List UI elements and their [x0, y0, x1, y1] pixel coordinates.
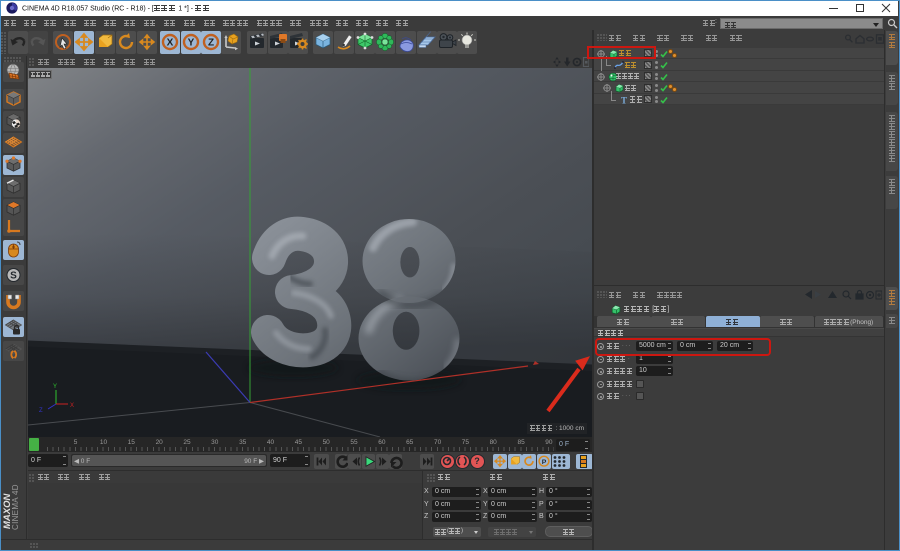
- svg-text:P: P: [542, 458, 547, 465]
- svg-text:Z: Z: [39, 408, 43, 414]
- svg-text:T: T: [621, 95, 627, 105]
- svg-text:X: X: [167, 38, 174, 49]
- svg-text:?: ?: [474, 456, 480, 466]
- svg-text:S: S: [10, 271, 17, 282]
- svg-text:Y: Y: [188, 38, 195, 49]
- svg-text:Z: Z: [208, 38, 214, 49]
- svg-text:Y: Y: [53, 384, 57, 390]
- svg-text:X: X: [70, 403, 74, 409]
